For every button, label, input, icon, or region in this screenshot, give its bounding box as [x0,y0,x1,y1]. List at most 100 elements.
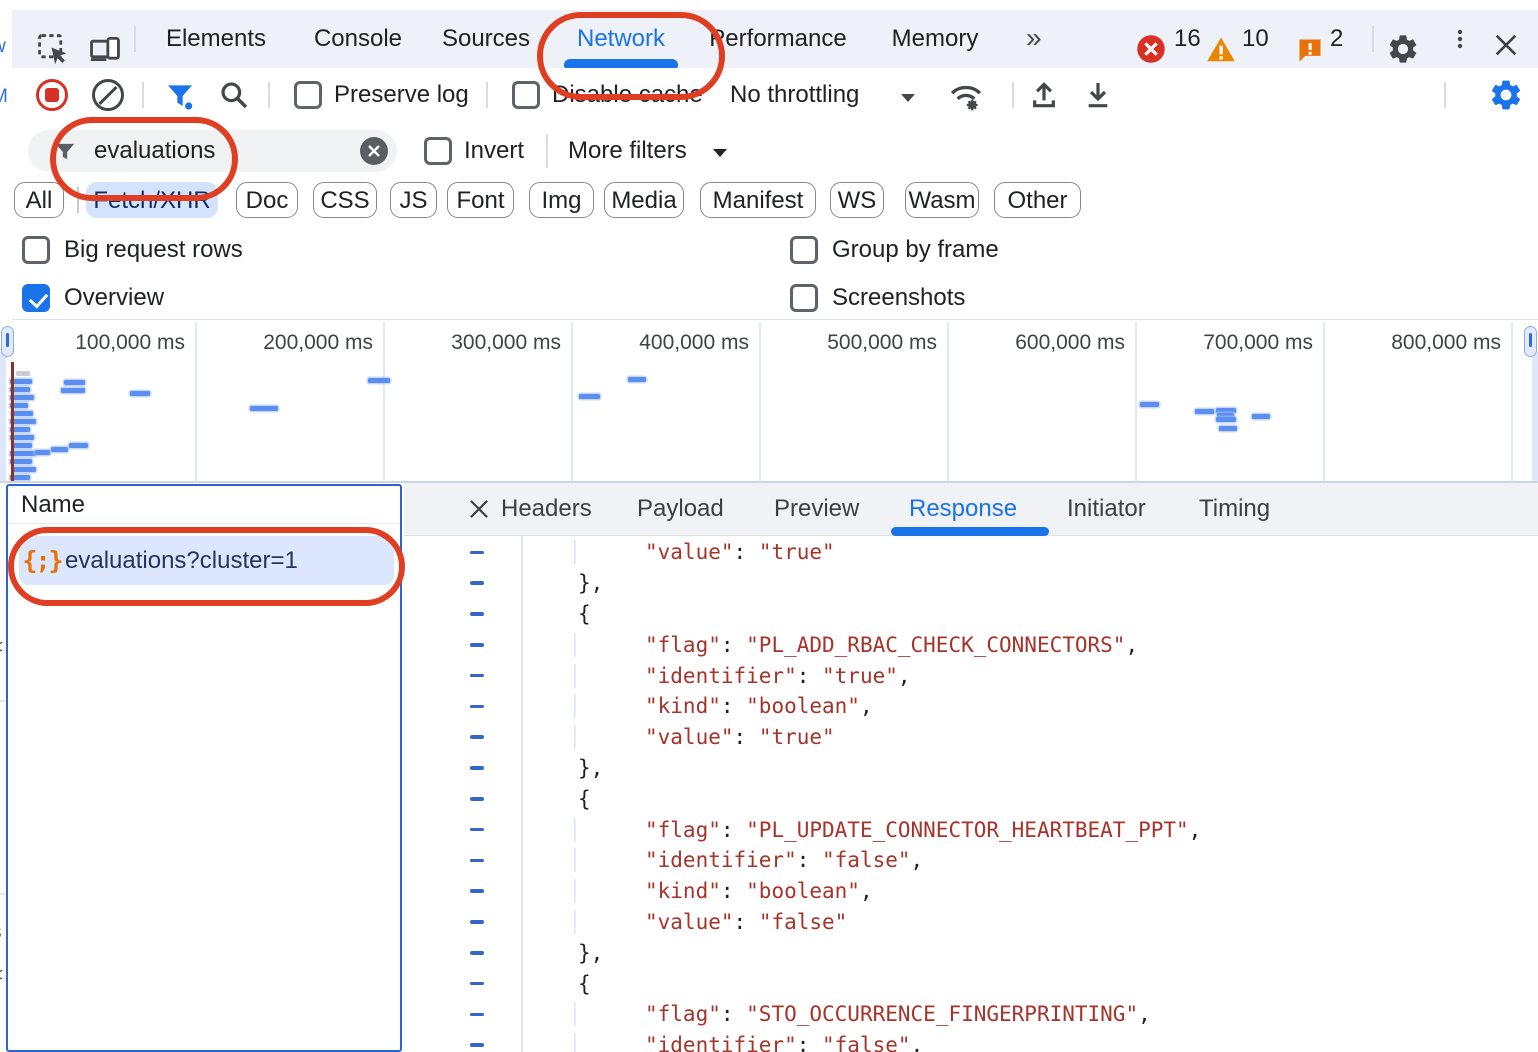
throttling-select[interactable]: No throttling [730,68,859,122]
fold-marker-icon[interactable] [470,674,484,678]
fold-marker-icon[interactable] [470,766,484,770]
issue-icon[interactable] [1296,36,1324,64]
code-line: "identifier": "true", [404,660,1538,691]
timeline-overview: 100,000 ms200,000 ms300,000 ms400,000 ms… [0,322,1538,483]
invert-label: Invert [464,122,524,180]
detail-tab-payload[interactable]: Payload [637,483,724,535]
toolbar-divider [1444,82,1446,108]
fold-marker-icon[interactable] [470,735,484,739]
filter-funnel-icon [52,139,78,165]
code-line: }, [404,568,1538,599]
chip-font[interactable]: Font [447,182,514,218]
clear-filter-icon[interactable] [360,137,388,165]
more-filters-button[interactable]: More filters [568,122,687,180]
device-toolbar-icon[interactable] [88,32,122,66]
fold-marker-icon[interactable] [470,982,484,986]
overview-right-handle[interactable] [1524,326,1537,357]
disable-cache-checkbox[interactable] [512,81,540,109]
group-by-frame-checkbox[interactable] [790,236,818,264]
chip-js[interactable]: JS [390,182,437,218]
tab-memory[interactable]: Memory [870,10,1000,68]
detail-tab-preview[interactable]: Preview [774,483,859,535]
preserve-log-checkbox[interactable] [294,81,322,109]
export-har-icon[interactable] [1082,79,1114,111]
network-conditions-icon[interactable] [948,79,984,113]
settings-gear-icon[interactable] [1386,32,1420,66]
fold-marker-icon[interactable] [470,705,484,709]
chevron-down-icon[interactable] [898,91,918,105]
fold-marker-icon[interactable] [470,551,484,555]
overview-checkbox[interactable] [22,284,50,312]
preserve-log-label: Preserve log [334,68,469,122]
big-request-rows-checkbox[interactable] [22,236,50,264]
warning-icon[interactable] [1206,35,1236,65]
chevron-down-icon[interactable] [710,146,730,160]
fold-marker-icon[interactable] [470,828,484,832]
detail-tab-initiator[interactable]: Initiator [1067,483,1146,535]
timeline-gridline [195,322,197,481]
detail-tab-timing[interactable]: Timing [1199,483,1270,535]
detail-tab-headers[interactable]: Headers [501,483,592,535]
fold-marker-icon[interactable] [470,612,484,616]
chip-fetch-xhr[interactable]: Fetch/XHR [86,182,218,218]
code-line: "flag": "STO_OCCURRENCE_FINGERPRINTING", [404,999,1538,1030]
tab-performance[interactable]: Performance [692,10,864,68]
network-settings-gear-icon[interactable] [1488,77,1524,113]
fold-marker-icon[interactable] [470,889,484,893]
timeline-gridline [759,322,761,481]
fold-marker-icon[interactable] [470,1043,484,1047]
code-line: "identifier": "false", [404,1030,1538,1052]
chip-media[interactable]: Media [604,182,684,218]
fold-marker-icon[interactable] [470,643,484,647]
request-row[interactable]: {;} evaluations?cluster=1 [19,536,394,585]
chip-other[interactable]: Other [994,182,1081,218]
code-line: "identifier": "false", [404,845,1538,876]
tab-elements[interactable]: Elements [142,10,290,68]
kebab-menu-icon[interactable] [1448,27,1472,51]
warning-count: 10 [1242,10,1269,68]
fold-marker-icon[interactable] [470,797,484,801]
chip-img[interactable]: Img [529,182,594,218]
toolbar-divider [142,82,144,108]
screenshots-checkbox[interactable] [790,284,818,312]
fold-marker-icon[interactable] [470,920,484,924]
inspect-icon[interactable] [36,32,70,66]
clear-icon[interactable] [92,79,124,111]
toolbar-divider [1372,26,1374,52]
filter-icon[interactable] [164,80,196,112]
fold-marker-icon[interactable] [470,951,484,955]
chip-ws[interactable]: WS [830,182,884,218]
timeline-request-bar [250,406,278,411]
chip-all[interactable]: All [14,182,64,218]
disable-cache-label: Disable cache [552,68,703,122]
options-section: Big request rowsGroup by frameOverviewSc… [12,222,1538,320]
chip-css[interactable]: CSS [313,182,377,218]
chip-manifest[interactable]: Manifest [700,182,816,218]
search-icon[interactable] [218,79,250,111]
close-detail-icon[interactable] [466,496,492,522]
detail-tabbar: HeadersPayloadPreviewResponseInitiatorTi… [404,483,1538,536]
timeline-request-bar [12,443,32,448]
tab-console[interactable]: Console [296,10,420,68]
fold-marker-icon[interactable] [470,581,484,585]
filter-input[interactable] [94,130,324,172]
invert-checkbox[interactable] [424,137,452,165]
name-column-header[interactable]: Name [8,486,400,524]
filter-pill [28,130,397,172]
active-tab-underline [891,527,1049,536]
code-line: "flag": "PL_UPDATE_CONNECTOR_HEARTBEAT_P… [404,814,1538,845]
more-tabs-icon[interactable]: » [1026,10,1042,68]
error-icon[interactable] [1136,34,1166,64]
tab-network[interactable]: Network [556,10,686,68]
code-line: "kind": "boolean", [404,876,1538,907]
record-icon[interactable] [36,79,68,111]
import-har-icon[interactable] [1028,79,1060,111]
code-line: }, [404,937,1538,968]
chip-doc[interactable]: Doc [236,182,298,218]
tab-sources[interactable]: Sources [426,10,546,68]
fold-marker-icon[interactable] [470,859,484,863]
chip-wasm[interactable]: Wasm [905,182,979,218]
code-line: "value": "true" [404,722,1538,753]
fold-marker-icon[interactable] [470,1013,484,1017]
close-icon[interactable] [1492,31,1520,59]
